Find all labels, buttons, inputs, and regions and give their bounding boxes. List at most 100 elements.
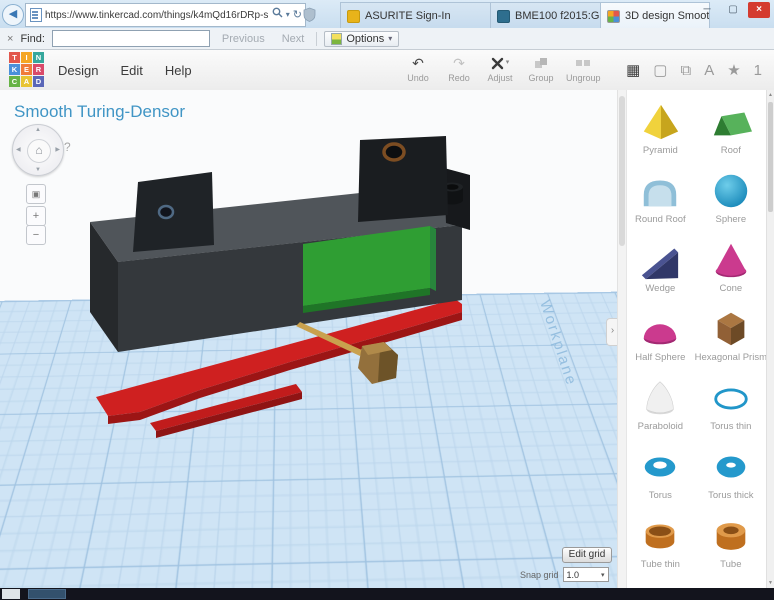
scroll-down-icon[interactable]: ▼ [767, 580, 774, 586]
minimize-button[interactable]: ─ [696, 2, 718, 18]
tab-label: ASURITE Sign-In [365, 10, 451, 22]
search-dropdown-icon[interactable]: ▾ [286, 5, 290, 25]
shape-label: Torus thick [708, 490, 753, 501]
shape-label: Half Sphere [635, 352, 685, 363]
box-icon[interactable]: ▢ [653, 61, 667, 79]
adjust-icon: ▾ [491, 55, 510, 71]
adjust-button[interactable]: ▾ Adjust [484, 55, 516, 83]
shape-item-torus-thin[interactable]: Torus thin [695, 374, 767, 443]
search-icon[interactable] [272, 5, 283, 25]
shape-item-half-sphere[interactable]: Half Sphere [626, 305, 695, 374]
divider [316, 32, 317, 46]
text-tool-icon[interactable]: A [704, 62, 714, 79]
url-text: https://www.tinkercad.com/things/k4mQd16… [45, 10, 269, 21]
design-canvas[interactable]: Workplane Smooth Turing-Densor ? ▲ ▼ ◀ ▶… [0, 90, 617, 588]
find-options-button[interactable]: Options ▾ [324, 31, 399, 47]
menu-design[interactable]: Design [58, 63, 98, 78]
model-left-fin[interactable] [133, 172, 214, 252]
tinkercad-logo[interactable]: T I N K E R C A D [9, 52, 44, 87]
orbit-up-arrow[interactable]: ▲ [35, 127, 41, 133]
hexagonal-prism-icon [708, 308, 754, 350]
tab-tinkercad[interactable]: 3D design Smooth Turi... × [600, 2, 710, 29]
find-previous-button[interactable]: Previous [217, 32, 270, 46]
browser-window: ◀ https://www.tinkercad.com/things/k4mQd… [0, 0, 774, 600]
shape-item-paraboloid[interactable]: Paraboloid [626, 374, 695, 443]
chevron-down-icon: ▾ [506, 55, 510, 71]
model-right-fin[interactable] [358, 136, 448, 222]
shape-item-round-roof[interactable]: Round Roof [626, 167, 695, 236]
find-input[interactable] [52, 30, 210, 47]
panel-scrollbar-thumb[interactable] [619, 96, 625, 246]
logo-tile: A [21, 76, 32, 87]
shape-label: Sphere [716, 214, 747, 225]
shape-item-sphere[interactable]: Sphere [695, 167, 767, 236]
logo-tile: T [9, 52, 20, 63]
taskbar-window-tile[interactable] [28, 589, 66, 599]
close-button[interactable]: × [748, 2, 770, 18]
undo-button[interactable]: ↶ Undo [402, 55, 434, 83]
shape-item-torus[interactable]: Torus [626, 443, 695, 512]
shape-label: Roof [721, 145, 741, 156]
chevron-down-icon: ▾ [601, 571, 605, 579]
shape-label: Paraboloid [638, 421, 683, 432]
orbit-down-arrow[interactable]: ▼ [35, 167, 41, 173]
taskbar-start-tile[interactable] [2, 589, 20, 599]
home-view-button[interactable]: ⌂ [27, 139, 51, 163]
page-content: Workplane Smooth Turing-Densor ? ▲ ▼ ◀ ▶… [0, 90, 774, 588]
find-close-icon[interactable]: × [7, 33, 13, 45]
tab-bme100[interactable]: BME100 f2015:Group7 103... [490, 2, 612, 29]
edit-grid-button[interactable]: Edit grid [562, 547, 612, 563]
shape-label: Torus thin [710, 421, 751, 432]
shape-item-pyramid[interactable]: Pyramid [626, 98, 695, 167]
shape-item-hexagonal-prism[interactable]: Hexagonal Prism [695, 305, 767, 374]
torus-thin-icon [708, 377, 754, 419]
orbit-left-arrow[interactable]: ◀ [16, 146, 21, 153]
workplane-watermark: Workplane [536, 298, 580, 388]
windows-taskbar [0, 588, 774, 600]
page-scrollbar-thumb[interactable] [768, 102, 773, 212]
maximize-button[interactable]: ▢ [722, 2, 744, 18]
shape-item-cone[interactable]: Cone [695, 236, 767, 305]
shape-item-roof[interactable]: Roof [695, 98, 767, 167]
app-header: T I N K E R C A D Design Edit Help ↶ Und… [0, 50, 774, 91]
scroll-up-icon[interactable]: ▲ [767, 92, 774, 98]
shape-item-wedge[interactable]: Wedge [626, 236, 695, 305]
menu-help[interactable]: Help [165, 63, 192, 78]
grid-icon[interactable]: ▦ [626, 61, 640, 79]
redo-button[interactable]: ↷ Redo [443, 55, 475, 83]
half-sphere-icon [637, 308, 683, 350]
ungroup-button[interactable]: Ungroup [566, 55, 601, 83]
number-icon[interactable]: 1 [754, 62, 762, 79]
find-label: Find: [20, 33, 44, 45]
zoom-in-button[interactable]: + [26, 206, 46, 226]
address-bar[interactable]: https://www.tinkercad.com/things/k4mQd16… [25, 3, 306, 27]
shape-label: Hexagonal Prism [695, 352, 767, 363]
shape-label: Round Roof [635, 214, 686, 225]
zoom-out-button[interactable]: − [26, 225, 46, 245]
find-next-button[interactable]: Next [277, 32, 310, 46]
shapes-icon[interactable]: ⧉ [680, 62, 691, 79]
help-link[interactable]: ? [64, 140, 71, 154]
tube-thin-icon [637, 515, 683, 557]
collapse-panel-button[interactable]: › [606, 318, 617, 346]
sphere-icon [708, 170, 754, 212]
shape-item-torus-thick[interactable]: Torus thick [695, 443, 767, 512]
shape-item-tube[interactable]: Tube [695, 512, 767, 581]
snap-grid-select[interactable]: 1.0 ▾ [563, 567, 609, 582]
fit-view-button[interactable]: ▣ [26, 184, 46, 204]
refresh-icon[interactable]: ↻ [293, 5, 302, 25]
window-controls: ─ ▢ × [696, 2, 770, 18]
orbit-right-arrow[interactable]: ▶ [55, 146, 60, 153]
shape-item-tube-thin[interactable]: Tube thin [626, 512, 695, 581]
star-icon[interactable]: ★ [727, 61, 740, 79]
orbit-control[interactable]: ▲ ▼ ◀ ▶ ⌂ [12, 124, 64, 176]
tab-label: BME100 f2015:Group7 103... [515, 10, 612, 22]
pyramid-icon [637, 101, 683, 143]
back-button[interactable]: ◀ [2, 4, 24, 26]
model-scene: Workplane [0, 90, 617, 588]
group-button[interactable]: Group [525, 55, 557, 83]
shape-label: Pyramid [643, 145, 678, 156]
page-scrollbar[interactable]: ▲ ▼ [766, 90, 774, 588]
tab-asurite[interactable]: ASURITE Sign-In [340, 2, 502, 29]
menu-edit[interactable]: Edit [120, 63, 142, 78]
